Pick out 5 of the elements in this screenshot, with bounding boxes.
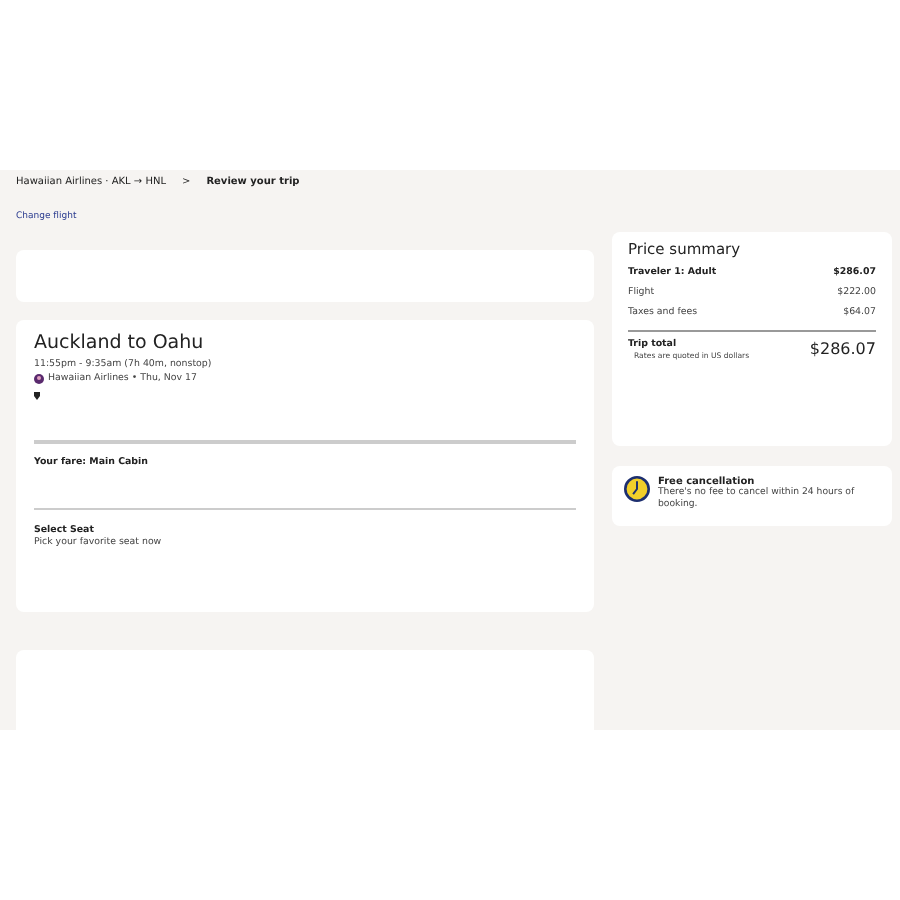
pin-icon bbox=[34, 392, 40, 400]
airline-logo-icon bbox=[34, 374, 44, 384]
clock-icon bbox=[624, 476, 650, 502]
trip-total-amount: $286.07 bbox=[809, 340, 876, 358]
flight-title: Auckland to Oahu bbox=[34, 332, 206, 354]
